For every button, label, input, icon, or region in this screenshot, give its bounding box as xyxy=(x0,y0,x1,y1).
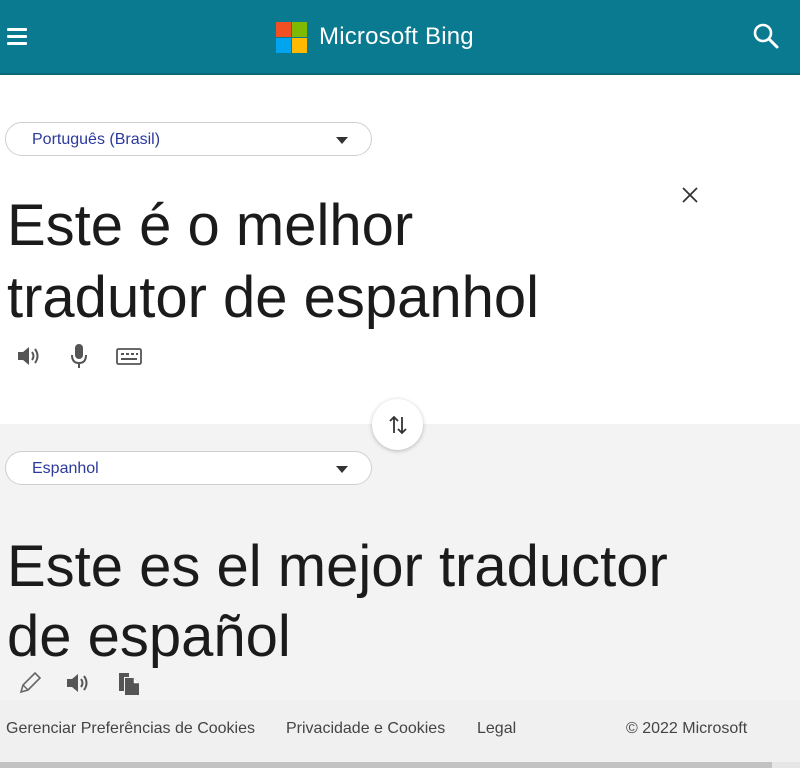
keyboard-icon[interactable] xyxy=(114,341,144,371)
source-language-label: Português (Brasil) xyxy=(32,131,161,148)
chevron-down-icon xyxy=(336,466,348,473)
translated-text-line: Este es el mejor traductor xyxy=(7,534,668,599)
source-text-line: tradutor de espanhol xyxy=(7,265,540,330)
footer-link-cookie-preferences[interactable]: Gerenciar Preferências de Cookies xyxy=(6,720,255,738)
brand-name: Microsoft Bing xyxy=(319,23,474,50)
target-language-label: Espanhol xyxy=(32,460,99,477)
close-icon[interactable] xyxy=(680,185,700,205)
footer: Gerenciar Preferências de Cookies Privac… xyxy=(0,700,800,762)
speaker-icon[interactable] xyxy=(15,341,45,371)
speaker-icon[interactable] xyxy=(64,668,94,698)
search-icon[interactable] xyxy=(752,22,780,50)
header-bar: Microsoft Bing xyxy=(0,0,800,75)
brand-logo[interactable]: Microsoft Bing xyxy=(276,20,474,54)
source-text-line: Este é o melhor xyxy=(7,193,414,258)
copy-icon[interactable] xyxy=(114,668,144,698)
translated-text: Este es el mejor traductor de español xyxy=(7,532,767,672)
horizontal-scrollbar[interactable] xyxy=(0,762,800,768)
microsoft-logo-icon xyxy=(276,21,307,53)
hamburger-menu-icon[interactable] xyxy=(5,24,31,48)
swap-languages-icon[interactable] xyxy=(372,399,423,450)
copyright-text: © 2022 Microsoft xyxy=(626,720,748,737)
translated-text-line: de español xyxy=(7,604,291,669)
translator-page: Microsoft Bing Português (Brasil) Este é… xyxy=(0,0,800,768)
microphone-icon[interactable] xyxy=(64,341,94,371)
target-language-select[interactable]: Espanhol xyxy=(5,451,372,485)
source-text-input[interactable]: Este é o melhor tradutor de espanhol xyxy=(7,190,657,334)
scrollbar-thumb[interactable] xyxy=(0,762,772,768)
edit-pencil-icon[interactable] xyxy=(15,668,45,698)
footer-link-legal[interactable]: Legal xyxy=(477,720,516,738)
footer-link-privacy[interactable]: Privacidade e Cookies xyxy=(286,720,445,738)
source-language-select[interactable]: Português (Brasil) xyxy=(5,122,372,156)
chevron-down-icon xyxy=(336,137,348,144)
